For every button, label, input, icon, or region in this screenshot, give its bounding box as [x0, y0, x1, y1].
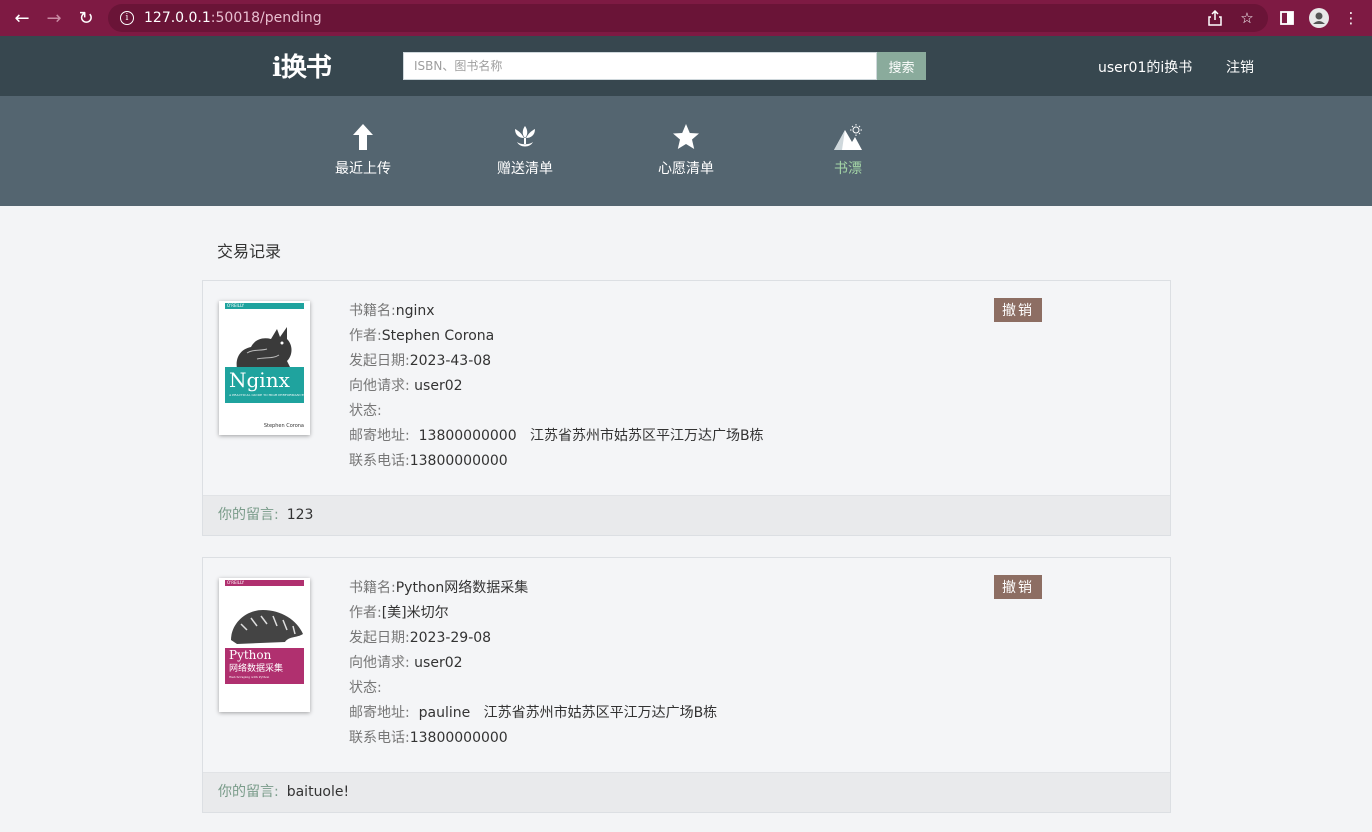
menu-icon[interactable]: ⋮ — [1340, 0, 1362, 36]
message-value: 123 — [286, 507, 314, 523]
lynx-illustration — [236, 327, 292, 369]
share-icon[interactable] — [1204, 0, 1226, 36]
site-header: i换书 搜索 user01的i换书 注销 — [0, 36, 1372, 96]
record-details: 书籍名:nginx 作者:Stephen Corona 发起日期:2023-43… — [349, 301, 764, 476]
book-name-row: 书籍名:nginx — [349, 303, 435, 319]
message-value: baituole! — [286, 784, 350, 800]
phone-value: 13800000000 — [409, 453, 508, 469]
nav-label: 心愿清单 — [658, 161, 714, 177]
request-value: user02 — [414, 655, 463, 671]
nav-label: 书漂 — [834, 161, 862, 177]
url-host: 127.0.0.1 — [144, 10, 211, 26]
record-details: 书籍名:Python网络数据采集 作者:[美]米切尔 发起日期:2023-29-… — [349, 578, 717, 753]
message-label: 你的留言: — [218, 784, 279, 800]
date-value: 2023-43-08 — [409, 353, 492, 369]
address-bar[interactable]: i 127.0.0.1:50018/pending — [108, 4, 1268, 32]
trade-record-card: O'REILLY Nginx A PRACTICAL GUIDE TO HIGH… — [202, 280, 1171, 536]
address-value: pauline 江苏省苏州市姑苏区平江万达广场B栋 — [418, 705, 718, 721]
cancel-button[interactable]: 撤销 — [994, 575, 1042, 599]
search-button[interactable]: 搜索 — [877, 52, 926, 80]
author-row: 作者:Stephen Corona — [349, 328, 495, 344]
nav-recent-uploads[interactable]: 最近上传 — [313, 122, 413, 178]
status-row: 状态: — [349, 403, 382, 419]
nav-book-drift[interactable]: 书漂 — [798, 122, 898, 178]
pangolin-illustration — [231, 610, 303, 644]
request-row: 向他请求: user02 — [349, 378, 463, 394]
nav-wish-list[interactable]: 心愿清单 — [636, 122, 736, 178]
logout-link[interactable]: 注销 — [1226, 57, 1254, 77]
book-name-value: nginx — [395, 303, 435, 319]
sidebar-icon[interactable] — [1276, 0, 1298, 36]
message-label: 你的留言: — [218, 507, 279, 523]
address-row: 邮寄地址: 13800000000 江苏省苏州市姑苏区平江万达广场B栋 — [349, 428, 764, 444]
site-logo[interactable]: i换书 — [272, 54, 332, 82]
user-home-link[interactable]: user01的i换书 — [1098, 57, 1192, 77]
message-row: 你的留言: baituole! — [203, 772, 1170, 812]
search-input[interactable] — [403, 52, 877, 80]
book-name-value: Python网络数据采集 — [395, 580, 529, 596]
reload-icon[interactable]: ↻ — [70, 0, 102, 36]
publisher-band: O'REILLY — [225, 580, 304, 586]
request-value: user02 — [414, 378, 463, 394]
status-row: 状态: — [349, 680, 382, 696]
bookmark-star-icon[interactable]: ☆ — [1236, 0, 1258, 36]
cover-title-band: Python 网络数据采集 Web Scraping with Python — [225, 648, 304, 684]
cover-title-band: Nginx A PRACTICAL GUIDE TO HIGH PERFORMA… — [225, 367, 304, 403]
date-row: 发起日期:2023-29-08 — [349, 630, 492, 646]
flower-icon — [515, 126, 535, 147]
date-value: 2023-29-08 — [409, 630, 492, 646]
phone-row: 联系电话:13800000000 — [349, 453, 508, 469]
cover-author: Stephen Corona — [263, 423, 304, 429]
nav-gift-list[interactable]: 赠送清单 — [475, 122, 575, 178]
author-value: [美]米切尔 — [381, 605, 449, 621]
forward-icon[interactable]: → — [38, 0, 70, 36]
nav-label: 最近上传 — [335, 161, 391, 177]
site-info-icon[interactable]: i — [120, 11, 134, 25]
star-icon — [673, 124, 699, 149]
arrow-up-icon — [353, 124, 373, 150]
author-value: Stephen Corona — [381, 328, 495, 344]
address-row: 邮寄地址: pauline 江苏省苏州市姑苏区平江万达广场B栋 — [349, 705, 718, 721]
browser-toolbar: ← → ↻ i 127.0.0.1:50018/pending ☆ ⋮ — [0, 0, 1372, 36]
url-path: :50018/pending — [210, 10, 322, 26]
address-value: 13800000000 江苏省苏州市姑苏区平江万达广场B栋 — [418, 428, 764, 444]
date-row: 发起日期:2023-43-08 — [349, 353, 492, 369]
author-row: 作者:[美]米切尔 — [349, 605, 449, 621]
request-row: 向他请求: user02 — [349, 655, 463, 671]
category-nav: 最近上传 赠送清单 心愿清单 书漂 — [0, 96, 1372, 206]
nav-label: 赠送清单 — [497, 161, 553, 177]
back-icon[interactable]: ← — [6, 0, 38, 36]
book-cover[interactable]: O'REILLY Nginx A PRACTICAL GUIDE TO HIGH… — [219, 301, 310, 435]
book-name-row: 书籍名:Python网络数据采集 — [349, 580, 529, 596]
phone-row: 联系电话:13800000000 — [349, 730, 508, 746]
page-title: 交易记录 — [217, 242, 282, 261]
mountain-icon — [834, 124, 862, 150]
book-cover[interactable]: O'REILLY Python 网络数据采集 Web Scraping with… — [219, 578, 310, 712]
cancel-button[interactable]: 撤销 — [994, 298, 1042, 322]
message-row: 你的留言: 123 — [203, 495, 1170, 535]
profile-icon[interactable] — [1308, 0, 1330, 36]
publisher-band: O'REILLY — [225, 303, 304, 309]
phone-value: 13800000000 — [409, 730, 508, 746]
trade-record-card: O'REILLY Python 网络数据采集 Web Scraping with… — [202, 557, 1171, 813]
